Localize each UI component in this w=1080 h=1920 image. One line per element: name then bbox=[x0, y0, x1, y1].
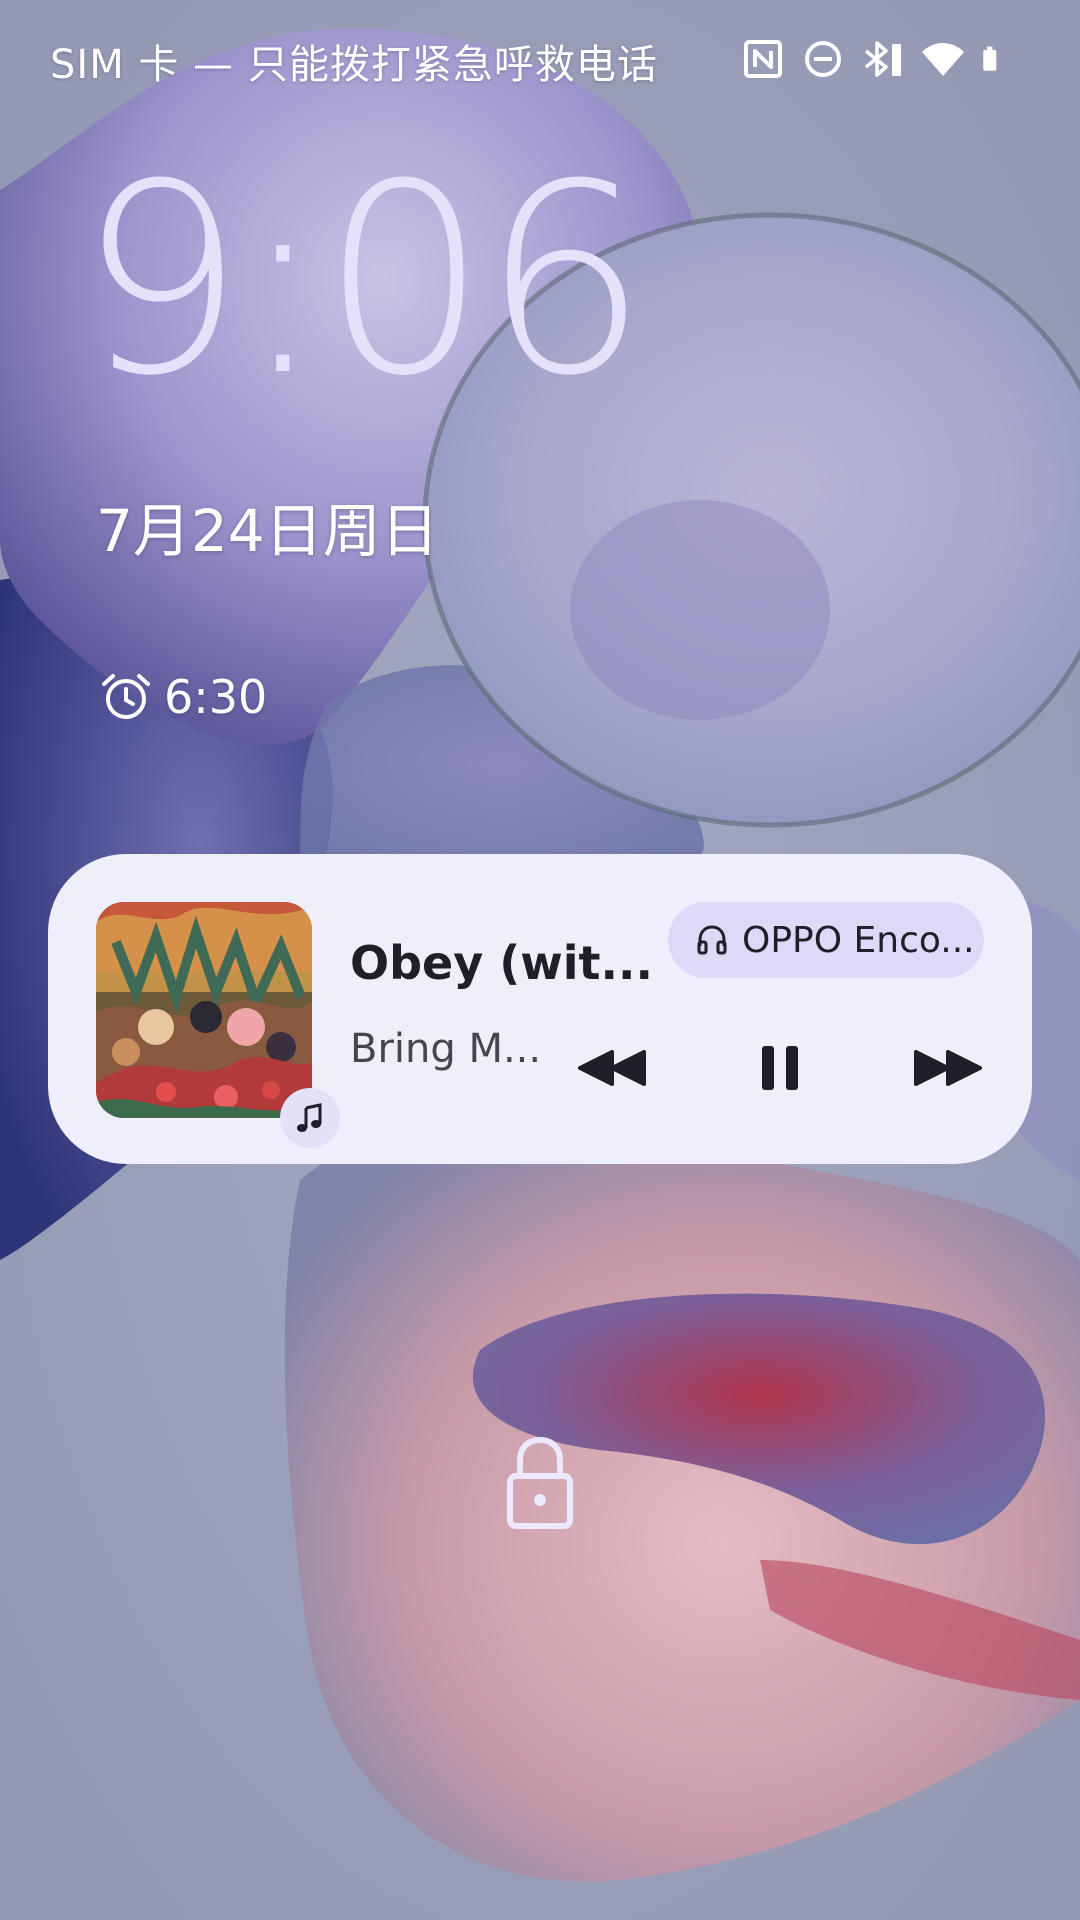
carrier-status-text: SIM 卡 — 只能拨打紧急呼救电话 bbox=[50, 42, 658, 88]
previous-track-button[interactable] bbox=[572, 1032, 652, 1104]
bluetooth-battery-icon bbox=[864, 41, 901, 77]
status-icons bbox=[740, 36, 1010, 82]
song-title: Obey (wit... bbox=[350, 936, 653, 990]
music-note-icon bbox=[297, 1103, 322, 1132]
album-art-container[interactable] bbox=[96, 902, 340, 1148]
fast-forward-icon bbox=[914, 1050, 982, 1086]
artist-name: Bring M... bbox=[350, 1026, 542, 1072]
clock-time: 9:06 bbox=[78, 128, 648, 433]
next-track-button[interactable] bbox=[908, 1032, 988, 1104]
lock-screen: SIM 卡 — 只能拨打紧急呼救电话 9:06 7月24日周日 6:30 Obe… bbox=[0, 0, 1080, 1920]
date-text: 7月24日周日 bbox=[96, 497, 439, 565]
do-not-disturb-icon bbox=[805, 41, 841, 77]
pause-icon bbox=[762, 1046, 798, 1090]
music-app-badge bbox=[280, 1088, 340, 1148]
wifi-icon bbox=[922, 43, 964, 76]
output-device-label: OPPO Enco... bbox=[742, 919, 975, 961]
rewind-icon bbox=[578, 1050, 646, 1086]
alarm-time: 6:30 bbox=[164, 670, 268, 724]
album-art-image bbox=[96, 902, 312, 1118]
alarm-clock-icon bbox=[102, 674, 150, 719]
next-alarm: 6:30 bbox=[100, 670, 267, 724]
lock-icon bbox=[507, 1436, 573, 1529]
output-device-button[interactable]: OPPO Enco... bbox=[668, 902, 984, 978]
nfc-icon bbox=[744, 40, 782, 78]
battery-icon bbox=[983, 46, 997, 71]
headphones-icon bbox=[697, 925, 727, 955]
media-player-card[interactable]: Obey (wit... Bring M... OPPO Enco... bbox=[48, 854, 1032, 1164]
pause-button[interactable] bbox=[740, 1032, 820, 1104]
